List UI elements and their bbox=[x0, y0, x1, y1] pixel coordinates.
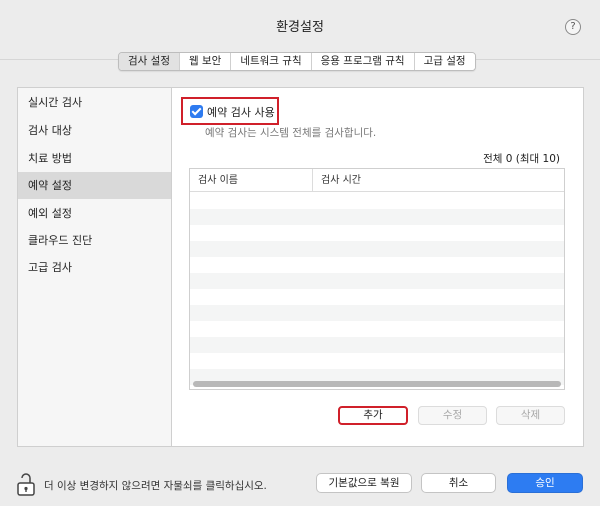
tab-network-rules[interactable]: 네트워크 규칙 bbox=[230, 53, 311, 70]
tab-application-rules[interactable]: 응용 프로그램 규칙 bbox=[310, 53, 414, 70]
titlebar: 환경설정 ? bbox=[0, 0, 600, 60]
window-title: 환경설정 bbox=[276, 20, 324, 35]
sidebar: 실시간 검사 검사 대상 치료 방법 예약 설정 예외 설정 클라우드 진단 고… bbox=[18, 88, 172, 446]
tab-web-security[interactable]: 웹 보안 bbox=[178, 53, 231, 70]
sidebar-item-schedule-settings[interactable]: 예약 설정 bbox=[18, 172, 171, 199]
table-row bbox=[190, 257, 564, 273]
column-header-scan-name[interactable]: 검사 이름 bbox=[190, 169, 312, 192]
table-row bbox=[190, 241, 564, 257]
table-row bbox=[190, 353, 564, 369]
sidebar-item-realtime-scan[interactable]: 실시간 검사 bbox=[18, 89, 171, 116]
delete-button[interactable]: 삭제 bbox=[496, 406, 565, 425]
tab-advanced-settings[interactable]: 고급 설정 bbox=[413, 53, 475, 70]
table-row bbox=[190, 209, 564, 225]
schedule-table[interactable]: 검사 이름 검사 시간 bbox=[189, 168, 565, 390]
table-row bbox=[190, 225, 564, 241]
settings-panel: 실시간 검사 검사 대상 치료 방법 예약 설정 예외 설정 클라우드 진단 고… bbox=[17, 87, 584, 447]
tab-scan-settings[interactable]: 검사 설정 bbox=[119, 53, 179, 70]
table-row bbox=[190, 289, 564, 305]
sidebar-item-exception-settings[interactable]: 예외 설정 bbox=[18, 200, 171, 227]
unlocked-padlock-icon[interactable] bbox=[17, 472, 35, 496]
footer: 더 이상 변경하지 않으려면 자물쇠를 클릭하십시오. 기본값으로 복원 취소 … bbox=[0, 460, 600, 506]
column-header-scan-time[interactable]: 검사 시간 bbox=[312, 169, 564, 192]
table-row bbox=[190, 193, 564, 209]
table-row bbox=[190, 321, 564, 337]
lock-instruction-text: 더 이상 변경하지 않으려면 자물쇠를 클릭하십시오. bbox=[44, 480, 267, 492]
schedule-count: 전체 0 (최대 10) bbox=[483, 153, 560, 165]
ok-button[interactable]: 승인 bbox=[507, 473, 583, 493]
restore-defaults-button[interactable]: 기본값으로 복원 bbox=[316, 473, 412, 493]
table-row bbox=[190, 337, 564, 353]
cancel-button[interactable]: 취소 bbox=[421, 473, 496, 493]
schedule-enable-checkbox[interactable] bbox=[190, 105, 203, 118]
schedule-enable-checkbox-row[interactable]: 예약 검사 사용 bbox=[181, 97, 279, 125]
sidebar-item-scan-target[interactable]: 검사 대상 bbox=[18, 117, 171, 144]
schedule-description: 예약 검사는 시스템 전체를 검사합니다. bbox=[205, 127, 377, 139]
table-row bbox=[190, 273, 564, 289]
schedule-enable-label: 예약 검사 사용 bbox=[207, 106, 275, 119]
table-row bbox=[190, 305, 564, 321]
add-button[interactable]: 추가 bbox=[338, 406, 408, 425]
sidebar-item-cloud-diagnosis[interactable]: 클라우드 진단 bbox=[18, 227, 171, 254]
sidebar-item-cure-method[interactable]: 치료 방법 bbox=[18, 145, 171, 172]
sidebar-item-advanced-scan[interactable]: 고급 검사 bbox=[18, 254, 171, 281]
table-header: 검사 이름 검사 시간 bbox=[190, 169, 564, 192]
edit-button[interactable]: 수정 bbox=[418, 406, 487, 425]
help-button[interactable]: ? bbox=[565, 19, 581, 35]
horizontal-scrollbar[interactable] bbox=[193, 381, 561, 387]
tab-bar: 검사 설정 웹 보안 네트워크 규칙 응용 프로그램 규칙 고급 설정 bbox=[118, 52, 476, 71]
